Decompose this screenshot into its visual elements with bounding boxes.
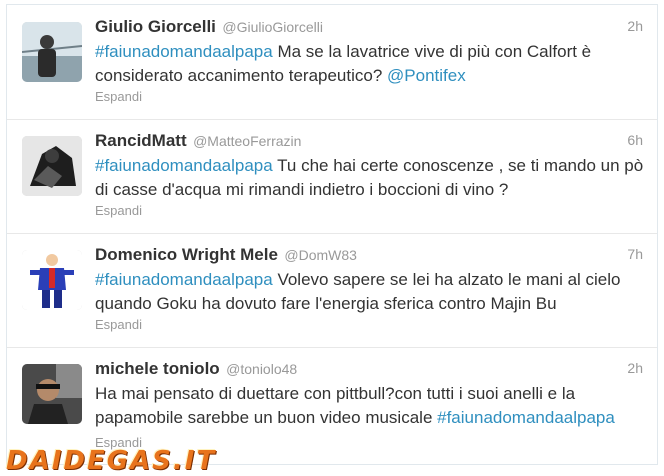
- tweet-timestamp[interactable]: 2h: [627, 18, 643, 34]
- watermark-logo: DAIDEGAS.IT: [6, 446, 217, 476]
- tweet-timestamp[interactable]: 7h: [627, 246, 643, 262]
- hashtag-link[interactable]: #faiunadomandaalpapa: [95, 42, 273, 61]
- hashtag-link[interactable]: #faiunadomandaalpapa: [95, 156, 273, 175]
- expand-link[interactable]: Espandi: [95, 203, 142, 218]
- tweet-text: #faiunadomandaalpapa Volevo sapere se le…: [95, 268, 650, 316]
- tweet-text: #faiunadomandaalpapa Ma se la lavatrice …: [95, 40, 650, 88]
- author-handle[interactable]: @MatteoFerrazin: [193, 133, 301, 149]
- author-handle[interactable]: @GiulioGiorcelli: [222, 19, 323, 35]
- expand-link[interactable]: Espandi: [95, 89, 142, 104]
- expand-link[interactable]: Espandi: [95, 317, 142, 332]
- author-name[interactable]: Giulio Giorcelli: [95, 17, 216, 36]
- author-name[interactable]: michele toniolo: [95, 359, 220, 378]
- author-handle[interactable]: @DomW83: [284, 247, 357, 263]
- avatar[interactable]: [22, 136, 82, 196]
- avatar[interactable]: [22, 250, 82, 310]
- tweet-text: Ha mai pensato di duettare con pittbull?…: [95, 382, 650, 430]
- author-handle[interactable]: @toniolo48: [226, 361, 297, 377]
- tweet-item[interactable]: Domenico Wright Mele @DomW83 7h #faiunad…: [7, 233, 657, 348]
- tweet-text: #faiunadomandaalpapa Tu che hai certe co…: [95, 154, 650, 202]
- tweet-item[interactable]: Giulio Giorcelli @GiulioGiorcelli 2h #fa…: [7, 5, 657, 120]
- tweet-timeline: Giulio Giorcelli @GiulioGiorcelli 2h #fa…: [6, 4, 658, 465]
- avatar[interactable]: [22, 364, 82, 424]
- mention-link[interactable]: @Pontifex: [387, 66, 466, 85]
- author-name[interactable]: RancidMatt: [95, 131, 187, 150]
- tweet-timestamp[interactable]: 2h: [627, 360, 643, 376]
- hashtag-link[interactable]: #faiunadomandaalpapa: [95, 270, 273, 289]
- tweet-item[interactable]: RancidMatt @MatteoFerrazin 6h #faiunadom…: [7, 119, 657, 234]
- tweet-timestamp[interactable]: 6h: [627, 132, 643, 148]
- avatar[interactable]: [22, 22, 82, 82]
- hashtag-link[interactable]: #faiunadomandaalpapa: [437, 408, 615, 427]
- author-name[interactable]: Domenico Wright Mele: [95, 245, 278, 264]
